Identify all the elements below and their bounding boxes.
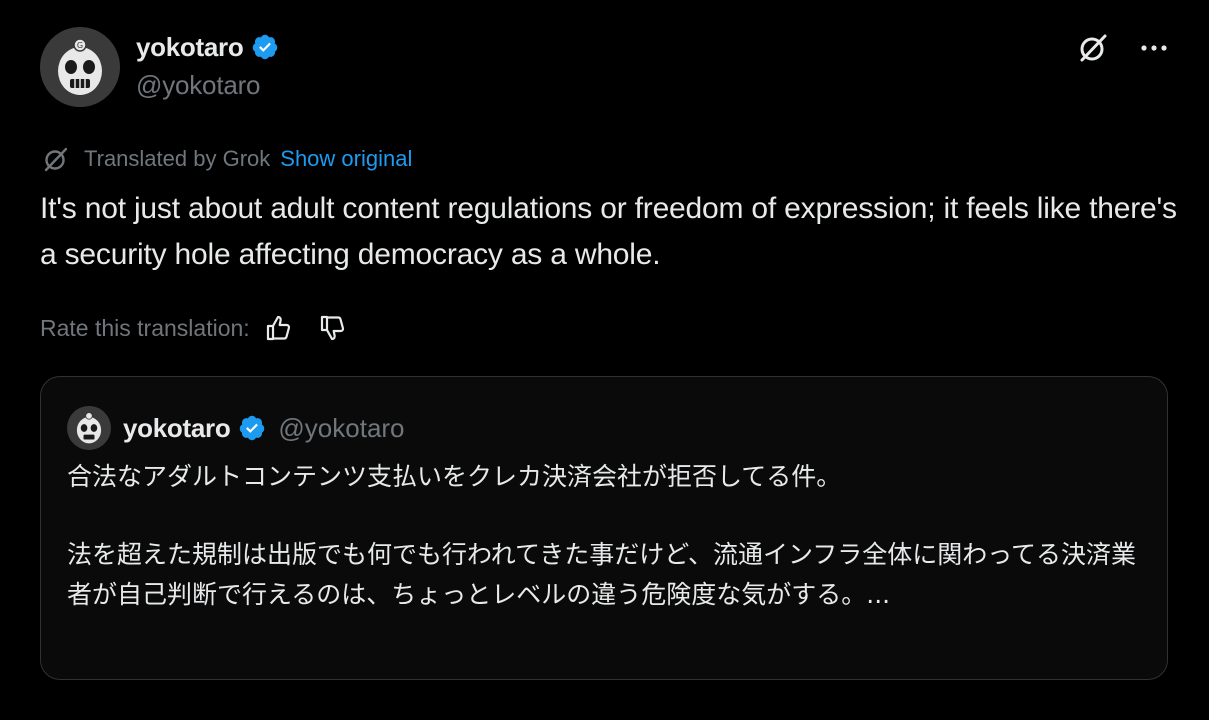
quoted-post-header: yokotaro @yokotaro bbox=[67, 406, 405, 450]
rate-translation: Rate this translation: bbox=[40, 312, 348, 344]
grok-icon[interactable] bbox=[1077, 32, 1109, 64]
post-actions-top bbox=[1077, 32, 1169, 64]
grok-translate-icon bbox=[42, 145, 70, 173]
quoted-verified-badge-icon bbox=[240, 415, 265, 441]
thumbs-up-icon[interactable] bbox=[264, 313, 294, 343]
svg-text:G: G bbox=[77, 41, 83, 50]
author-avatar[interactable]: G bbox=[40, 27, 120, 107]
post-text: It's not just about adult content regula… bbox=[40, 192, 1177, 271]
quoted-post-line: 法を超えた規制は出版でも何でも行われてきた事だけど、流通インフラ全体に関わってる… bbox=[67, 540, 1137, 609]
author-name-row: yokotaro bbox=[136, 30, 279, 64]
post: G yokotaro @yokotaro Translated by Grok … bbox=[0, 0, 1209, 720]
more-options-icon[interactable] bbox=[1139, 33, 1169, 63]
rate-translation-label: Rate this translation: bbox=[40, 314, 250, 341]
quoted-author-name[interactable]: yokotaro bbox=[123, 413, 231, 444]
author-handle[interactable]: @yokotaro bbox=[136, 70, 279, 101]
quoted-author-avatar[interactable] bbox=[67, 406, 111, 450]
translation-bar: Translated by Grok Show original bbox=[42, 144, 412, 174]
thumbs-down-icon[interactable] bbox=[318, 313, 348, 343]
show-original-link[interactable]: Show original bbox=[280, 146, 412, 172]
quoted-post-text: 合法なアダルトコンテンツ支払いをクレカ決済会社が拒否してる件。 法を超えた規制は… bbox=[67, 457, 1147, 615]
avatar-mask-icon: G bbox=[40, 27, 120, 107]
verified-badge-icon[interactable] bbox=[251, 33, 279, 61]
author-display-name[interactable]: yokotaro bbox=[136, 32, 244, 63]
quoted-post[interactable]: yokotaro @yokotaro 合法なアダルトコンテンツ支払いをクレカ決済… bbox=[40, 376, 1168, 680]
translated-by-label: Translated by Grok bbox=[84, 146, 271, 171]
quoted-author-handle[interactable]: @yokotaro bbox=[278, 413, 404, 444]
author-info: yokotaro @yokotaro bbox=[136, 30, 279, 101]
quoted-avatar-mask-icon bbox=[67, 406, 111, 450]
quoted-post-line: 合法なアダルトコンテンツ支払いをクレカ決済会社が拒否してる件。 bbox=[67, 462, 842, 491]
